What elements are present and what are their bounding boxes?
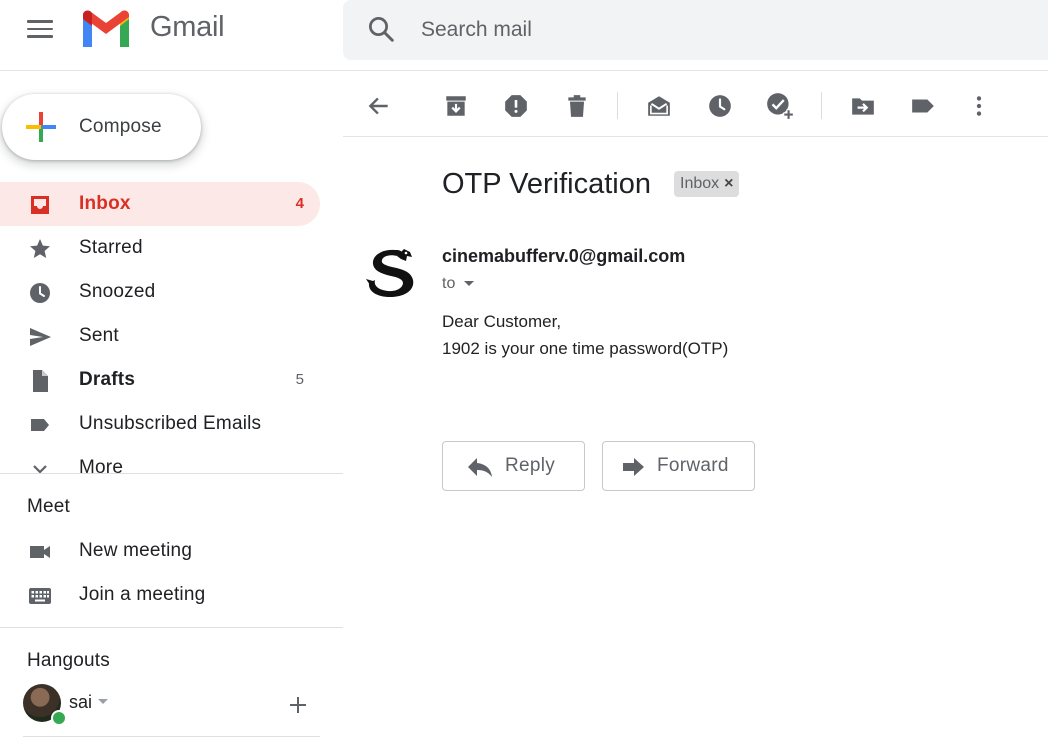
reply-label: Reply (505, 455, 556, 476)
recipient-details-toggle[interactable]: to (442, 273, 475, 295)
more-vert-icon (976, 96, 982, 116)
search-icon[interactable] (366, 14, 396, 44)
recipient-label: to (442, 275, 456, 292)
delete-button[interactable] (562, 91, 592, 121)
meet-item-join-meeting[interactable]: Join a meeting (0, 573, 320, 617)
reply-icon (468, 458, 492, 477)
forward-icon (623, 458, 644, 476)
draft-count: 5 (295, 371, 304, 388)
caret-down-icon[interactable] (97, 698, 109, 706)
sidebar-item-unsubscribed-emails[interactable]: Unsubscribed Emails (0, 402, 320, 446)
sidebar-item-sent[interactable]: Sent (0, 314, 320, 358)
videocam-icon (30, 546, 50, 558)
gmail-logo[interactable] (80, 9, 132, 49)
mark-unread-icon (648, 96, 670, 116)
sidebar-item-inbox[interactable]: Inbox 4 (0, 182, 320, 226)
archive-button[interactable] (441, 91, 471, 121)
meet-item-new-meeting[interactable]: New meeting (0, 529, 320, 573)
back-button[interactable] (364, 91, 394, 121)
hangouts-section-title: Hangouts (27, 650, 110, 671)
toolbar-divider (617, 92, 618, 119)
meet-item-label: New meeting (79, 540, 193, 561)
meet-section-title: Meet (27, 496, 71, 517)
caret-down-icon (464, 281, 475, 286)
search-input[interactable] (421, 14, 1021, 46)
unread-count: 4 (295, 195, 304, 212)
main-menu-button[interactable] (18, 12, 62, 46)
forward-label: Forward (657, 455, 729, 476)
move-to-button[interactable] (848, 91, 878, 121)
more-options-button[interactable] (964, 91, 994, 121)
labels-button[interactable] (908, 91, 938, 121)
add-to-tasks-button[interactable] (765, 91, 795, 121)
sidebar-item-drafts[interactable]: Drafts 5 (0, 358, 320, 402)
compose-button[interactable]: Compose (2, 94, 201, 160)
sidebar-item-label: Unsubscribed Emails (79, 413, 262, 434)
report-spam-button[interactable] (501, 91, 531, 121)
label-icon (31, 419, 49, 431)
clock-icon (30, 283, 50, 303)
sidebar-item-label: More (79, 457, 124, 473)
archive-icon (446, 96, 466, 116)
sidebar-item-starred[interactable]: Starred (0, 226, 320, 270)
back-arrow-icon (368, 97, 388, 115)
toolbar-divider (821, 92, 822, 119)
toolbar-divider (343, 136, 1048, 137)
chevron-down-icon (33, 465, 47, 473)
forward-button[interactable]: Forward (602, 441, 755, 491)
sidebar-item-label: Snoozed (79, 281, 156, 302)
remove-label-icon[interactable]: × (724, 175, 733, 193)
meet-item-label: Join a meeting (79, 584, 206, 605)
star-icon (30, 239, 50, 258)
inbox-icon (31, 196, 49, 214)
sidebar-item-snoozed[interactable]: Snoozed (0, 270, 320, 314)
mark-unread-button[interactable] (644, 91, 674, 121)
email-body-line: 1902 is your one time password(OTP) (442, 339, 729, 358)
sidebar-item-label: Inbox (79, 193, 131, 214)
keyboard-icon (29, 588, 51, 604)
online-status-dot (51, 710, 67, 726)
email-subject: OTP Verification (442, 168, 652, 200)
draft-icon (33, 370, 48, 392)
sender-email: cinemabufferv.0@gmail.com (442, 246, 686, 266)
reply-button[interactable]: Reply (442, 441, 585, 491)
sidebar-divider (0, 627, 343, 628)
hangouts-divider (23, 736, 320, 737)
sender-avatar[interactable] (364, 243, 422, 301)
report-spam-icon (505, 95, 527, 117)
label-chip-text: Inbox (680, 175, 720, 192)
hangouts-user-name[interactable]: sai (69, 692, 92, 713)
inbox-label-chip[interactable]: Inbox × (674, 171, 740, 197)
add-icon[interactable] (286, 693, 310, 717)
send-icon (30, 328, 51, 346)
app-name: Gmail (150, 11, 225, 43)
add-to-tasks-icon (767, 93, 794, 120)
sidebar-item-more[interactable]: More (0, 446, 320, 473)
sidebar-item-label: Sent (79, 325, 119, 346)
compose-label: Compose (79, 116, 162, 137)
delete-icon (568, 95, 586, 117)
sidebar-item-label: Starred (79, 237, 143, 258)
snooze-button[interactable] (705, 91, 735, 121)
email-body-line: Dear Customer, (442, 312, 562, 331)
snooze-icon (709, 95, 731, 117)
labels-icon (912, 99, 934, 113)
move-to-icon (852, 98, 874, 115)
plus-icon (26, 112, 56, 142)
sidebar-item-label: Drafts (79, 369, 136, 390)
sidebar-divider (0, 473, 343, 474)
